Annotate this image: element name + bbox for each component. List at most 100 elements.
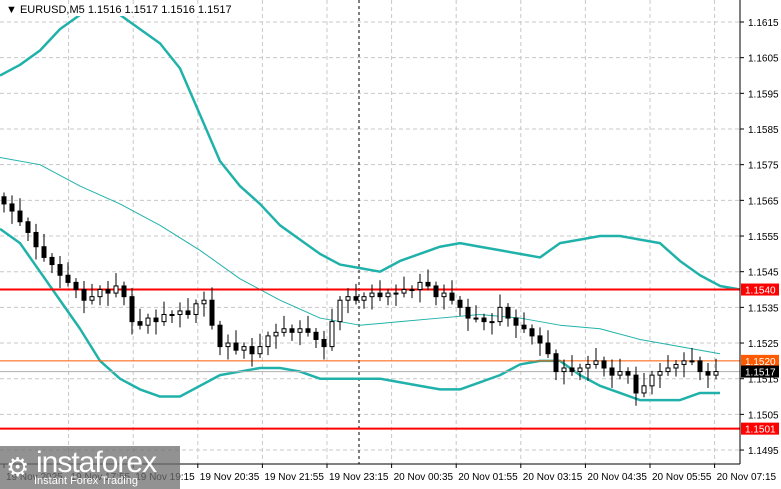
candle-body [329, 321, 335, 348]
candle-body [305, 328, 311, 333]
candle-body [361, 296, 367, 301]
candle [25, 217, 31, 242]
candle-body [57, 264, 63, 276]
candle-body [17, 210, 23, 223]
candle-body [441, 292, 447, 298]
candle-body [529, 328, 535, 337]
candle [49, 253, 55, 274]
candle [353, 283, 359, 305]
y-tick-label: 1.1545 [748, 268, 779, 279]
candle [617, 358, 623, 380]
candle [513, 309, 519, 339]
candle [673, 360, 679, 377]
candle-body [41, 246, 47, 258]
candle [233, 330, 239, 355]
candle-body [425, 281, 431, 287]
candle-body [129, 296, 135, 323]
candle [273, 323, 279, 349]
candle-body [553, 353, 559, 373]
candle [249, 338, 255, 367]
candle [121, 281, 127, 306]
candle-body [265, 335, 271, 348]
candle-body [121, 285, 127, 298]
candle-body [689, 360, 695, 363]
candle-body [33, 231, 39, 248]
y-tick-label: 1.1555 [748, 232, 779, 243]
candle [497, 294, 503, 326]
candle [569, 355, 575, 376]
y-tick-label: 1.1525 [748, 339, 779, 350]
candle-body [249, 346, 255, 355]
candle-body [593, 360, 599, 365]
instaforex-logo: ⚙ instaforex Instant Forex Trading [0, 446, 180, 489]
candle [257, 333, 263, 359]
candle [145, 313, 151, 334]
candle [185, 298, 191, 319]
x-tick-label: 20 Nov 00:35 [394, 472, 454, 483]
candle-body [73, 281, 79, 291]
candle-body [609, 367, 615, 376]
candle-body [209, 299, 215, 326]
y-tick-label: 1.1575 [748, 161, 779, 172]
candle-body [185, 310, 191, 315]
candle [281, 315, 287, 337]
candle-body [537, 335, 543, 344]
collapse-arrow-icon[interactable]: ▼ [6, 4, 17, 16]
candle [345, 288, 351, 314]
price-chart[interactable]: 1.1615 1.1605 1.1595 1.1585 1.1575 1.1565 1.15… [0, 0, 781, 489]
y-tick-label: 1.1565 [748, 196, 779, 207]
x-tick-label: 19 Nov 20:35 [200, 472, 260, 483]
candle-body [345, 296, 351, 301]
candle-body [257, 346, 263, 355]
candle-body [65, 274, 71, 283]
candle [89, 283, 95, 305]
gear-logo-icon: ⚙ [6, 452, 30, 482]
candle-body [393, 292, 399, 295]
candle [97, 285, 103, 306]
candle [521, 312, 527, 334]
candle-body [89, 296, 95, 301]
candle [369, 284, 375, 310]
candle [505, 303, 511, 327]
candle-body [457, 299, 463, 308]
candle [585, 355, 591, 381]
candle-body [625, 371, 631, 376]
candle [705, 363, 711, 388]
candle [377, 280, 383, 301]
candle [713, 358, 719, 380]
candle [689, 348, 695, 366]
candle [209, 287, 215, 330]
candle [601, 356, 607, 377]
candle-body [1, 196, 7, 205]
candle [361, 292, 367, 309]
candle [201, 291, 207, 317]
candle [73, 278, 79, 299]
candle [417, 273, 423, 303]
candle-body [561, 367, 567, 373]
candle [425, 269, 431, 291]
candle [305, 315, 311, 337]
candle-body [369, 292, 375, 298]
candle [489, 313, 495, 335]
candle [329, 308, 335, 351]
candle-body [273, 331, 279, 337]
candle-body [681, 360, 687, 365]
bid-price-label: 1.1517 [745, 368, 776, 379]
candle [9, 195, 15, 224]
candle [65, 262, 71, 287]
candle-body [385, 292, 391, 298]
candle-body [577, 367, 583, 373]
candle-body [137, 321, 143, 326]
x-tick-label: 19 Nov 23:15 [329, 472, 389, 483]
candle [529, 324, 535, 345]
y-tick-label: 1.1585 [748, 125, 779, 136]
candle [481, 313, 487, 331]
candle [225, 334, 231, 360]
candle-body [569, 367, 575, 373]
candle [593, 348, 599, 369]
candle [41, 233, 47, 262]
y-tick-label: 1.1615 [748, 18, 779, 29]
candle-body [505, 306, 511, 319]
candle-body [161, 313, 167, 323]
candle-body [377, 292, 383, 298]
